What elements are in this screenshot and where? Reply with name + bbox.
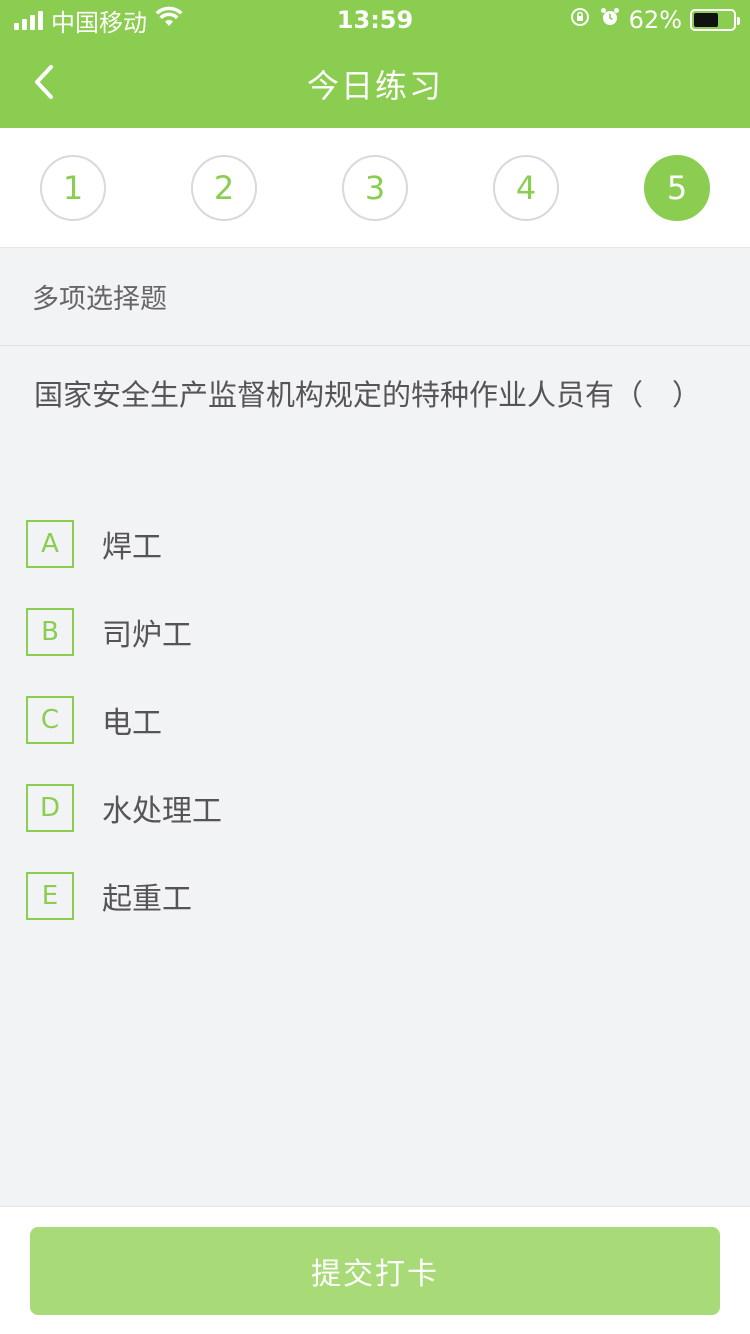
question-type: 多项选择题 — [0, 248, 750, 346]
question-tab-4[interactable]: 4 — [493, 154, 559, 221]
page-title: 今日练习 — [306, 67, 443, 105]
option-text: 电工 — [102, 706, 162, 741]
submit-button[interactable]: 提交打卡 — [30, 1227, 720, 1315]
question-text: 国家安全生产监督机构规定的特种作业人员有（ ） — [34, 378, 702, 412]
option-a[interactable]: A 焊工 — [26, 500, 706, 588]
option-key[interactable]: D — [26, 784, 74, 832]
option-key[interactable]: E — [26, 872, 74, 920]
option-text: 起重工 — [102, 882, 192, 917]
option-c[interactable]: C 电工 — [26, 676, 706, 764]
option-key[interactable]: B — [26, 608, 74, 656]
status-bar: 中国移动 13:59 62% — [0, 0, 750, 40]
battery-icon — [690, 9, 740, 31]
option-text: 焊工 — [102, 530, 162, 565]
question-tabs: 1 2 3 4 5 — [0, 128, 750, 248]
status-time: 13:59 — [336, 6, 414, 34]
battery-level — [694, 13, 718, 27]
option-text: 水处理工 — [102, 794, 222, 829]
bottom-bar: 提交打卡 — [0, 1206, 750, 1334]
option-d[interactable]: D 水处理工 — [26, 764, 706, 852]
option-e[interactable]: E 起重工 — [26, 852, 706, 940]
question-tab-1[interactable]: 1 — [40, 154, 106, 221]
nav-header: 今日练习 — [0, 40, 750, 128]
question-tab-3[interactable]: 3 — [342, 154, 408, 221]
option-b[interactable]: B 司炉工 — [26, 588, 706, 676]
options-list: A 焊工 B 司炉工 C 电工 D 水处理工 E 起重工 — [26, 500, 706, 940]
back-button[interactable] — [20, 58, 68, 106]
option-key[interactable]: C — [26, 696, 74, 744]
question-tab-2[interactable]: 2 — [191, 154, 257, 221]
option-key[interactable]: A — [26, 520, 74, 568]
question-tab-5[interactable]: 5 — [644, 154, 710, 221]
app-screen: 中国移动 13:59 62% 今日练习 1 2 3 4 5 多项选择题 国家安全… — [0, 0, 750, 1334]
option-text: 司炉工 — [102, 618, 192, 653]
chevron-left-icon — [35, 65, 53, 99]
